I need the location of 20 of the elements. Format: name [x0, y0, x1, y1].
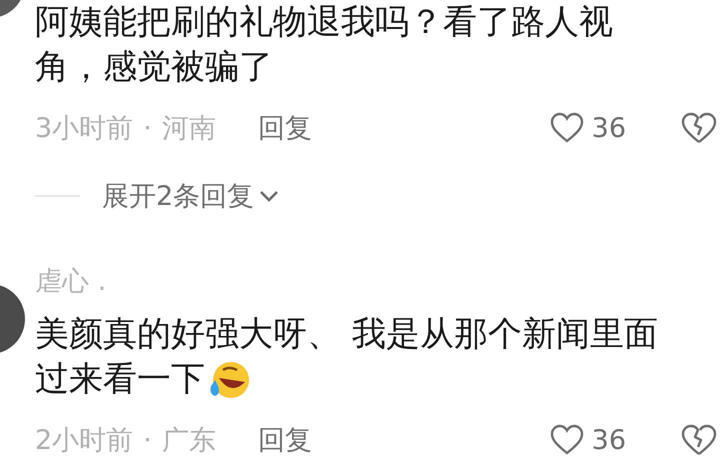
- comment-location: 广东: [162, 424, 216, 458]
- expand-replies-button[interactable]: 展开2条回复: [102, 178, 280, 214]
- like-count: 36: [592, 424, 626, 456]
- comment-text: 阿姨能把刷的礼物退我吗？看了路人视: [35, 1, 613, 44]
- comment-text: 过来看一下: [35, 358, 205, 401]
- comment-text: 美颜真的好强大呀、 我是从那个新闻里面: [35, 313, 658, 356]
- separator-dot: ·: [143, 424, 152, 456]
- heart-icon[interactable]: [550, 112, 584, 144]
- comment-time: 2小时前: [35, 424, 134, 458]
- comment-time: 3小时前: [35, 112, 134, 146]
- broken-heart-icon[interactable]: [680, 111, 718, 145]
- chevron-down-icon: [258, 189, 280, 203]
- reply-button[interactable]: 回复: [258, 422, 312, 458]
- broken-heart-icon[interactable]: [680, 423, 718, 457]
- like-count: 36: [592, 112, 626, 144]
- heart-icon[interactable]: [550, 424, 584, 456]
- comment-text: 角，感觉被骗了: [35, 46, 273, 89]
- comment-location: 河南: [162, 112, 216, 146]
- separator-dot: ·: [143, 112, 152, 144]
- reply-button[interactable]: 回复: [258, 110, 312, 146]
